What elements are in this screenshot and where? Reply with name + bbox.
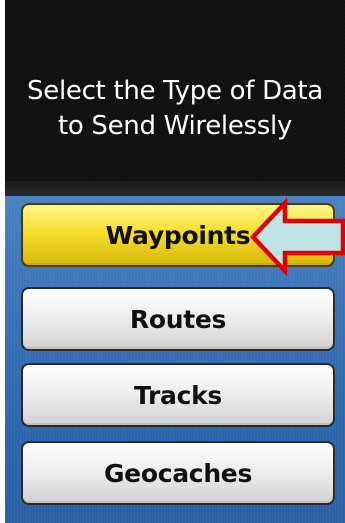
tracks-button[interactable]: Tracks — [21, 363, 335, 427]
geocaches-label: Geocaches — [103, 458, 253, 488]
tracks-label: Tracks — [133, 380, 223, 410]
page-title: Select the Type of Data to Send Wireless… — [27, 76, 323, 141]
routes-button[interactable]: Routes — [21, 287, 335, 351]
waypoints-label: Waypoints — [105, 220, 251, 250]
left-arrow-icon — [249, 197, 345, 277]
header: Select the Type of Data to Send Wireless… — [5, 0, 345, 196]
geocaches-button[interactable]: Geocaches — [21, 441, 335, 505]
routes-label: Routes — [129, 304, 227, 334]
header-divider — [5, 181, 345, 196]
